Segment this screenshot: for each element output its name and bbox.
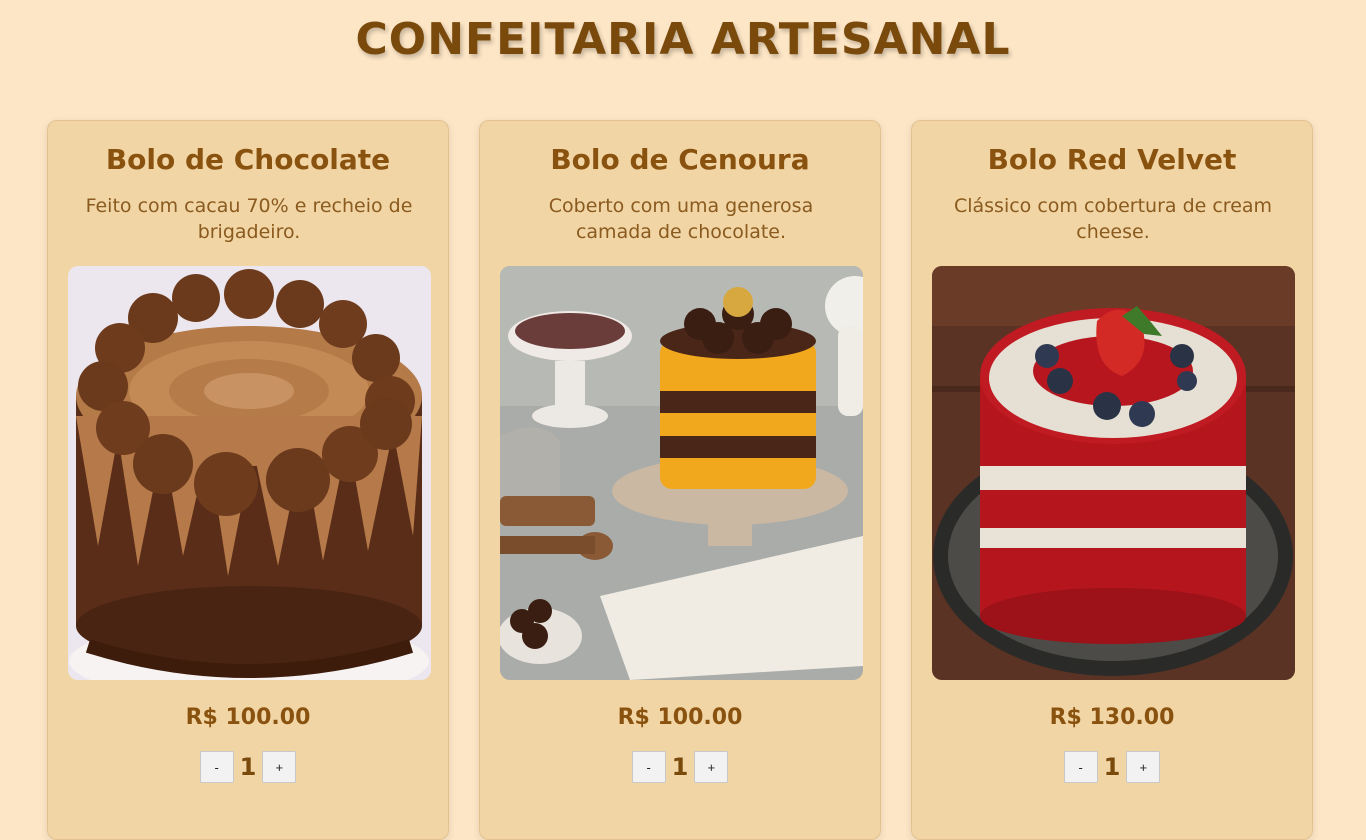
product-name: Bolo Red Velvet (987, 143, 1237, 176)
decrement-button[interactable]: - (199, 751, 234, 783)
product-card-chocolate: Bolo de Chocolate Feito com cacau 70% e … (47, 120, 449, 840)
product-image-red-velvet-cake (932, 266, 1295, 680)
increment-button[interactable]: + (1126, 751, 1161, 783)
product-card-carrot: Bolo de Cenoura Coberto com uma generosa… (479, 120, 881, 840)
decrement-button[interactable]: - (631, 751, 666, 783)
product-price: R$ 100.00 (185, 705, 311, 730)
quantity-value: 1 (1103, 753, 1121, 781)
product-price: R$ 130.00 (1049, 705, 1175, 730)
product-image-chocolate-cake (68, 266, 431, 680)
product-price: R$ 100.00 (617, 705, 743, 730)
product-image-carrot-cake (500, 266, 863, 680)
product-description: Feito com cacau 70% e recheio de brigade… (85, 195, 413, 243)
quantity-stepper: - 1 + (480, 751, 880, 783)
product-name: Bolo de Chocolate (105, 143, 391, 176)
increment-button[interactable]: + (262, 751, 297, 783)
quantity-value: 1 (239, 753, 257, 781)
product-description: Coberto com uma generosa camada de choco… (548, 195, 814, 243)
quantity-stepper: - 1 + (48, 751, 448, 783)
product-name: Bolo de Cenoura (550, 143, 810, 176)
product-card-red-velvet: Bolo Red Velvet Clássico com cobertura d… (911, 120, 1313, 840)
page-title: CONFEITARIA ARTESANAL (355, 14, 1011, 65)
quantity-stepper: - 1 + (912, 751, 1312, 783)
product-description: Clássico com cobertura de cream cheese. (953, 195, 1273, 243)
increment-button[interactable]: + (694, 751, 729, 783)
quantity-value: 1 (671, 753, 689, 781)
decrement-button[interactable]: - (1063, 751, 1098, 783)
